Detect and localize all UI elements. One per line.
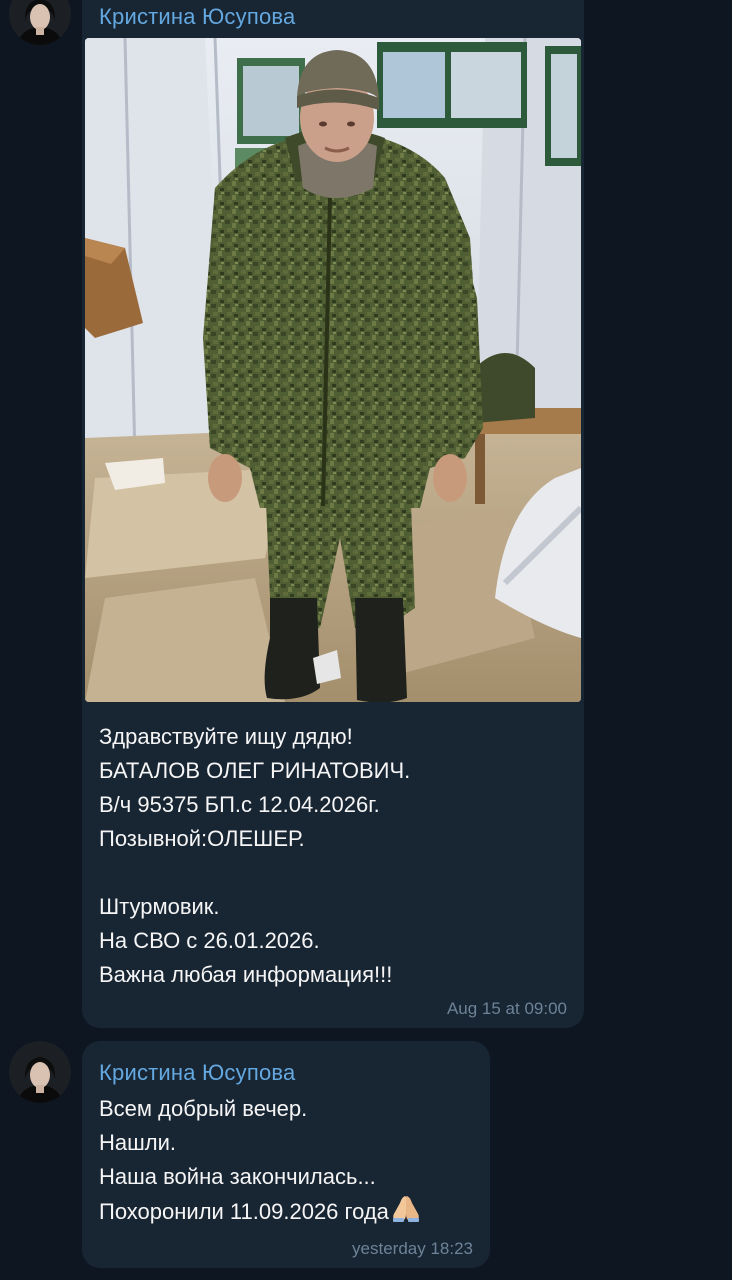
sender-avatar[interactable] <box>9 1041 71 1103</box>
message-line: Наша война закончилась... <box>99 1164 376 1189</box>
message-line: Позывной:ОЛЕШЕР. <box>99 826 305 851</box>
message-line: На СВО с 26.01.2026. <box>99 928 320 953</box>
message-text: Всем добрый вечер. Нашли. Наша война зак… <box>99 1092 422 1232</box>
message-line: Важна любая информация!!! <box>99 962 393 987</box>
message-bubble[interactable]: Кристина Юсупова Здравствуйте ищу дядю! … <box>82 0 584 1028</box>
message-line <box>99 856 410 890</box>
sender-name[interactable]: Кристина Юсупова <box>99 1060 295 1086</box>
profile-photo-icon <box>9 0 71 45</box>
message-bubble[interactable]: Кристина Юсупова Всем добрый вечер. Нашл… <box>82 1041 490 1268</box>
message-line: Похоронили 11.09.2026 года <box>99 1194 422 1232</box>
sender-name[interactable]: Кристина Юсупова <box>99 4 295 30</box>
sender-avatar[interactable] <box>9 0 71 45</box>
message-line-text: Похоронили 11.09.2026 года <box>99 1199 389 1224</box>
message-time: yesterday 18:23 <box>352 1239 473 1258</box>
message-line: Нашли. <box>99 1130 177 1155</box>
folded-hands-emoji <box>390 1194 422 1232</box>
message-line: Всем добрый вечер. <box>99 1096 308 1121</box>
profile-photo-icon <box>9 1041 71 1103</box>
message-line: Штурмовик. <box>99 894 220 919</box>
message-photo[interactable] <box>85 38 581 702</box>
message-line: В/ч 95375 БП.с 12.04.2026г. <box>99 792 380 817</box>
message-line: Здравствуйте ищу дядю! <box>99 724 353 749</box>
message-text: Здравствуйте ищу дядю! БАТАЛОВ ОЛЕГ РИНА… <box>99 720 410 992</box>
man-in-camouflage-photo <box>85 38 581 702</box>
message-line: БАТАЛОВ ОЛЕГ РИНАТОВИЧ. <box>99 758 411 783</box>
message-time: Aug 15 at 09:00 <box>446 999 567 1018</box>
